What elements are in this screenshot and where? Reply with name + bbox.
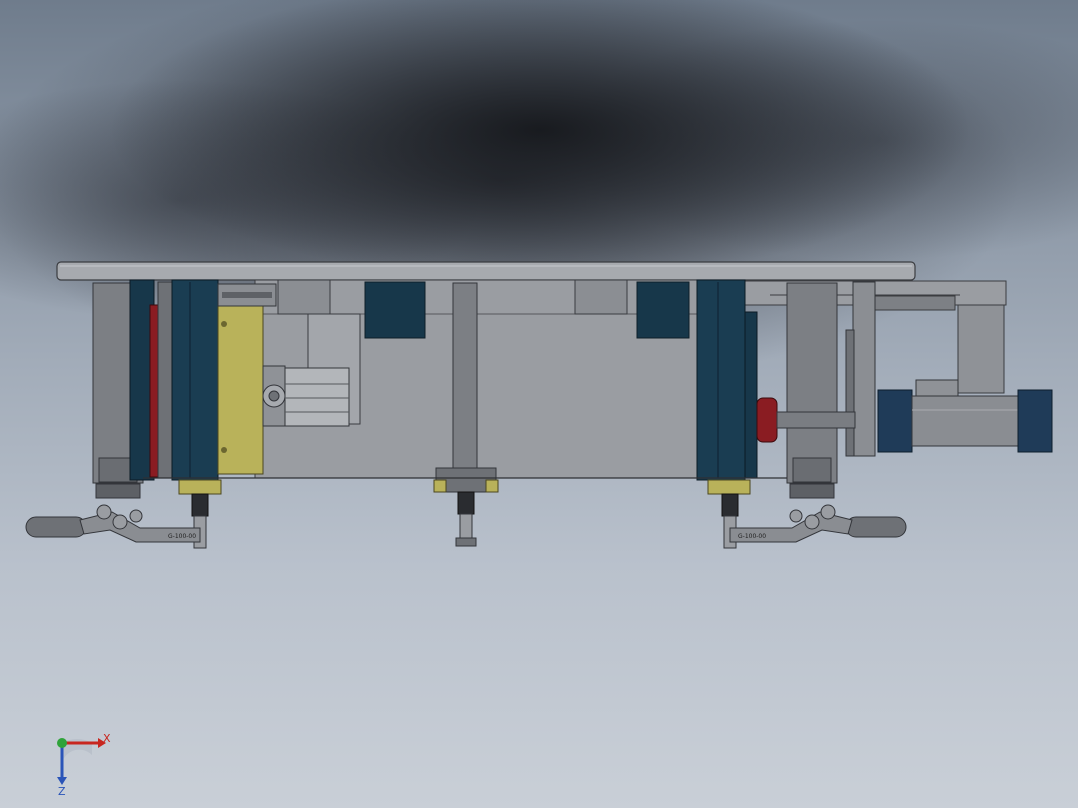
left-clamp-label: G-100-00: [168, 533, 196, 540]
left-toggle-clamp[interactable]: G-100-00: [25, 504, 201, 543]
z-axis-label: Z: [58, 785, 66, 795]
graphics-viewport[interactable]: G-100-00 G-100-00 X Z: [0, 0, 1078, 808]
right-upright[interactable]: [786, 281, 876, 499]
z-arrowhead-icon: [57, 777, 67, 785]
y-axis-dot-icon: [57, 738, 67, 748]
right-clamp-block[interactable]: [696, 279, 778, 549]
x-axis-label: X: [103, 732, 111, 745]
orientation-triad: X Z: [57, 732, 111, 795]
right-toggle-clamp[interactable]: G-100-00: [729, 504, 907, 543]
cad-assembly-model[interactable]: G-100-00 G-100-00: [0, 0, 1078, 808]
right-clamp-label: G-100-00: [738, 533, 766, 540]
left-clamp-block[interactable]: [129, 279, 219, 481]
top-plate[interactable]: [56, 261, 916, 281]
linear-slide[interactable]: [217, 283, 277, 307]
